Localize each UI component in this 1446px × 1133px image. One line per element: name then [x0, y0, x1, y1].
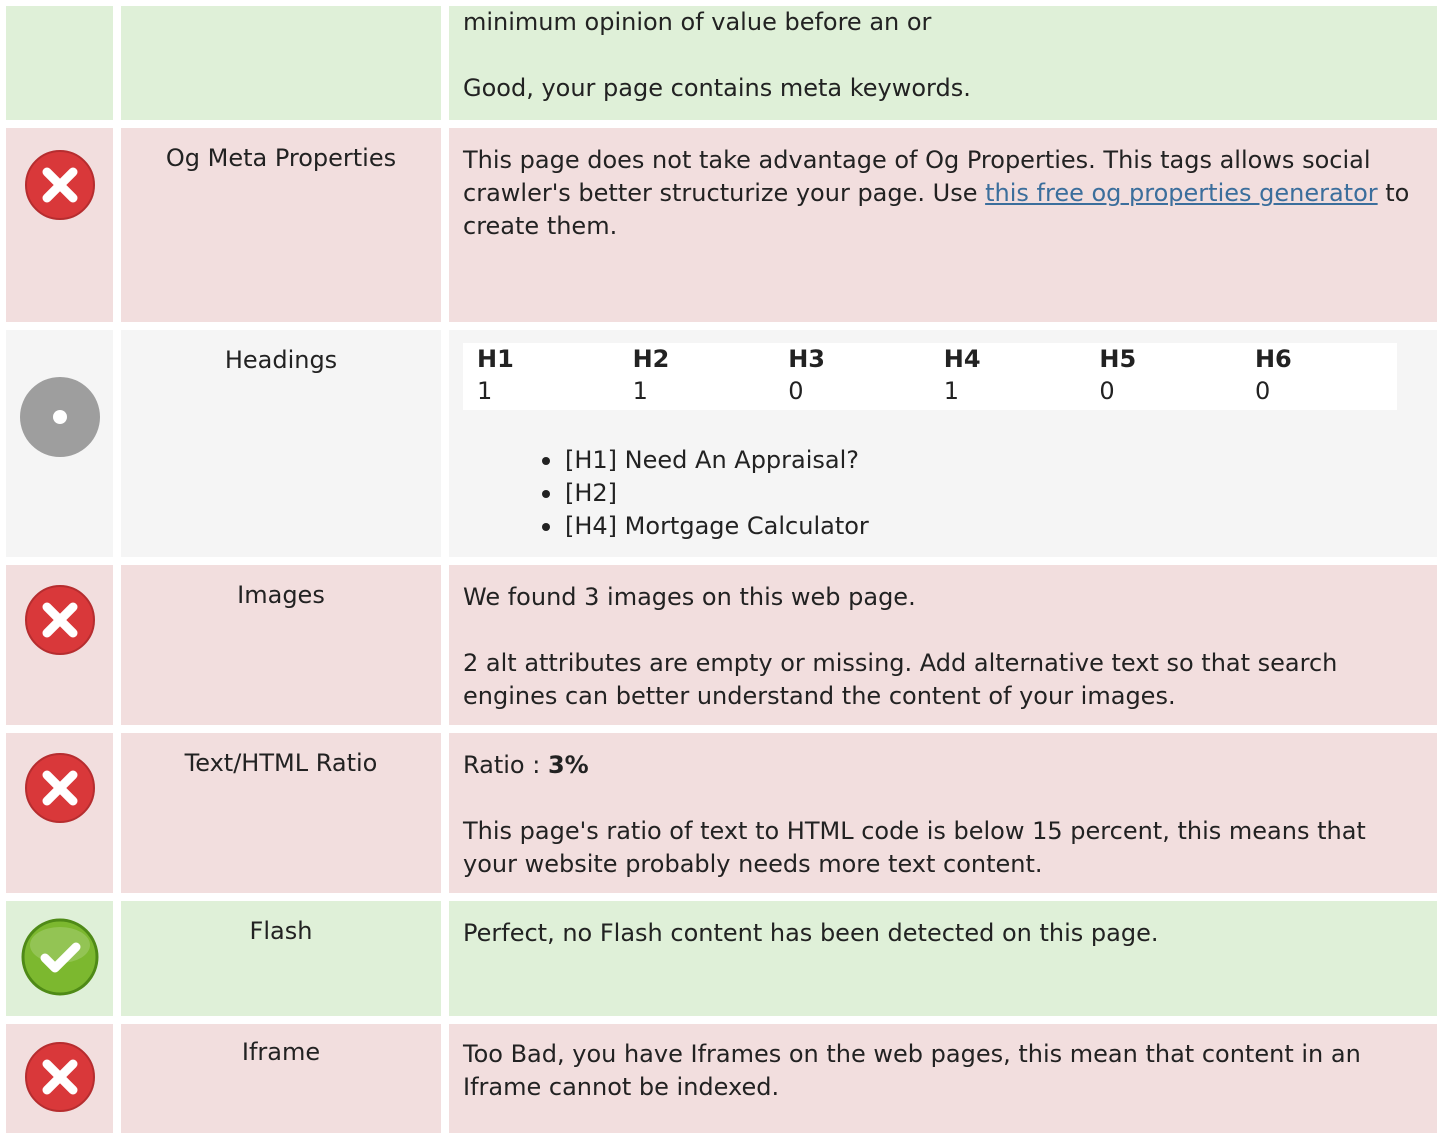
error-x-icon [23, 148, 97, 228]
headings-col-h1: H1 1 [477, 343, 633, 408]
row-flash-label: Flash [121, 901, 441, 1016]
error-x-icon [23, 583, 97, 663]
row-headings-label: Headings [121, 330, 441, 557]
row-keywords: minimum opinion of value before an or Go… [0, 6, 1446, 120]
headings-col-h4: H4 1 [944, 343, 1100, 408]
row-iframe-label: Iframe [121, 1024, 441, 1133]
row-iframe-content: Too Bad, you have Iframes on the web pag… [449, 1024, 1437, 1133]
row-flash: Flash Perfect, no Flash content has been… [0, 901, 1446, 1016]
ratio-description: This page's ratio of text to HTML code i… [463, 817, 1366, 878]
list-item: [H1] Need An Appraisal? [542, 444, 1423, 477]
keywords-line1: minimum opinion of value before an or [463, 8, 932, 36]
images-alt-text: 2 alt attributes are empty or missing. A… [463, 649, 1338, 710]
table-cell: 0 [1254, 377, 1271, 405]
headings-list: [H1] Need An Appraisal? [H2] [H4] Mortga… [463, 444, 1423, 543]
row-keywords-content: minimum opinion of value before an or Go… [449, 6, 1437, 120]
row-headings-icon-cell [6, 330, 113, 557]
row-headings-content: H1 1 H2 1 H3 0 H4 1 H5 0 H6 0 [H1] Need An App… [449, 330, 1437, 557]
ratio-line: Ratio : 3% [463, 749, 1423, 782]
og-description: This page does not take advantage of Og … [463, 144, 1423, 243]
row-images: Images We found 3 images on this web pag… [0, 565, 1446, 725]
row-og-content: This page does not take advantage of Og … [449, 128, 1437, 322]
keywords-status-text: Good, your page contains meta keywords. [463, 74, 971, 102]
headings-col-h3: H3 0 [788, 343, 944, 408]
row-text-html-ratio: Text/HTML Ratio Ratio : 3% This page's r… [0, 733, 1446, 893]
table-header: H2 [632, 345, 670, 373]
table-header: H6 [1254, 345, 1292, 373]
table-cell: 1 [943, 377, 960, 405]
ratio-label: Ratio : [463, 751, 548, 779]
table-header: H3 [788, 345, 825, 373]
table-cell: 1 [632, 377, 648, 405]
table-header: H1 [477, 345, 514, 373]
flash-status-text: Perfect, no Flash content has been detec… [463, 919, 1159, 947]
row-images-content: We found 3 images on this web page. 2 al… [449, 565, 1437, 725]
table-cell: 0 [788, 377, 804, 405]
og-generator-link[interactable]: this free og properties generator [985, 179, 1378, 207]
ratio-value: 3% [547, 751, 589, 779]
row-ratio-content: Ratio : 3% This page's ratio of text to … [449, 733, 1437, 893]
error-x-icon [23, 1040, 97, 1120]
row-keywords-label-cell [121, 6, 441, 120]
row-ratio-icon-cell [6, 733, 113, 893]
row-keywords-icon-cell [6, 6, 113, 120]
row-images-icon-cell [6, 565, 113, 725]
row-flash-content: Perfect, no Flash content has been detec… [449, 901, 1437, 1016]
row-og-icon-cell [6, 128, 113, 322]
headings-col-h5: H5 0 [1099, 343, 1255, 408]
error-x-icon [23, 751, 97, 831]
row-og-label: Og Meta Properties [121, 128, 441, 322]
images-count-text: We found 3 images on this web page. [463, 583, 916, 611]
row-flash-icon-cell [6, 901, 113, 1016]
iframe-status-text: Too Bad, you have Iframes on the web pag… [463, 1040, 1361, 1101]
row-og-meta: Og Meta Properties This page does not ta… [0, 128, 1446, 322]
list-item: [H4] Mortgage Calculator [542, 510, 1423, 543]
headings-col-h6: H6 0 [1255, 343, 1411, 408]
headings-count-table: H1 1 H2 1 H3 0 H4 1 H5 0 H6 0 [463, 343, 1397, 410]
table-cell: 0 [1099, 377, 1115, 405]
row-iframe-icon-cell [6, 1024, 113, 1133]
table-cell: 1 [477, 377, 493, 405]
row-headings: Headings H1 1 H2 1 H3 0 H4 1 H5 0 H6 0 [H1] Ne… [0, 330, 1446, 557]
row-images-label: Images [121, 565, 441, 725]
checkmark-icon [20, 917, 100, 1003]
table-header: H5 [1099, 345, 1137, 373]
row-iframe: Iframe Too Bad, you have Iframes on the … [0, 1024, 1446, 1133]
neutral-dot-icon [19, 376, 101, 464]
list-item: [H2] [542, 477, 1423, 510]
headings-col-h2: H2 1 [633, 343, 789, 408]
row-ratio-label: Text/HTML Ratio [121, 733, 441, 893]
table-header: H4 [943, 345, 981, 373]
